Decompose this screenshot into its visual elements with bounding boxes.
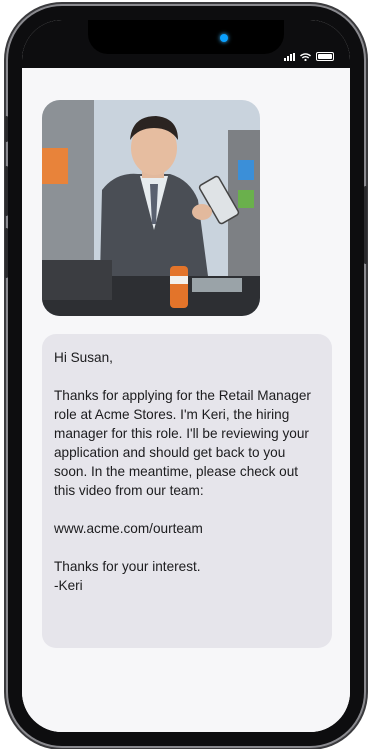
status-icons (284, 52, 334, 61)
message-signature: -Keri (54, 578, 83, 593)
volume-down-button (5, 228, 8, 278)
volume-up-button (5, 166, 8, 216)
message-bubble: Hi Susan, Thanks for applying for the Re… (42, 334, 332, 648)
message-closing: Thanks for your interest. (54, 559, 201, 574)
phone-screen: Hi Susan, Thanks for applying for the Re… (22, 20, 350, 732)
power-button (364, 186, 367, 264)
battery-icon (316, 52, 334, 61)
video-thumbnail[interactable] (42, 100, 260, 316)
phone-frame: Hi Susan, Thanks for applying for the Re… (5, 6, 367, 746)
status-bar (22, 20, 350, 68)
notch (88, 20, 284, 54)
message-link[interactable]: www.acme.com/ourteam (54, 519, 320, 538)
front-camera (220, 34, 228, 42)
video-thumbnail-icon (42, 100, 260, 316)
signal-icon (284, 53, 295, 61)
message-thread: Hi Susan, Thanks for applying for the Re… (22, 68, 350, 732)
message-greeting: Hi Susan, (54, 350, 113, 365)
mute-switch (5, 116, 8, 142)
wifi-icon (300, 53, 311, 61)
message-body: Thanks for applying for the Retail Manag… (54, 388, 315, 498)
